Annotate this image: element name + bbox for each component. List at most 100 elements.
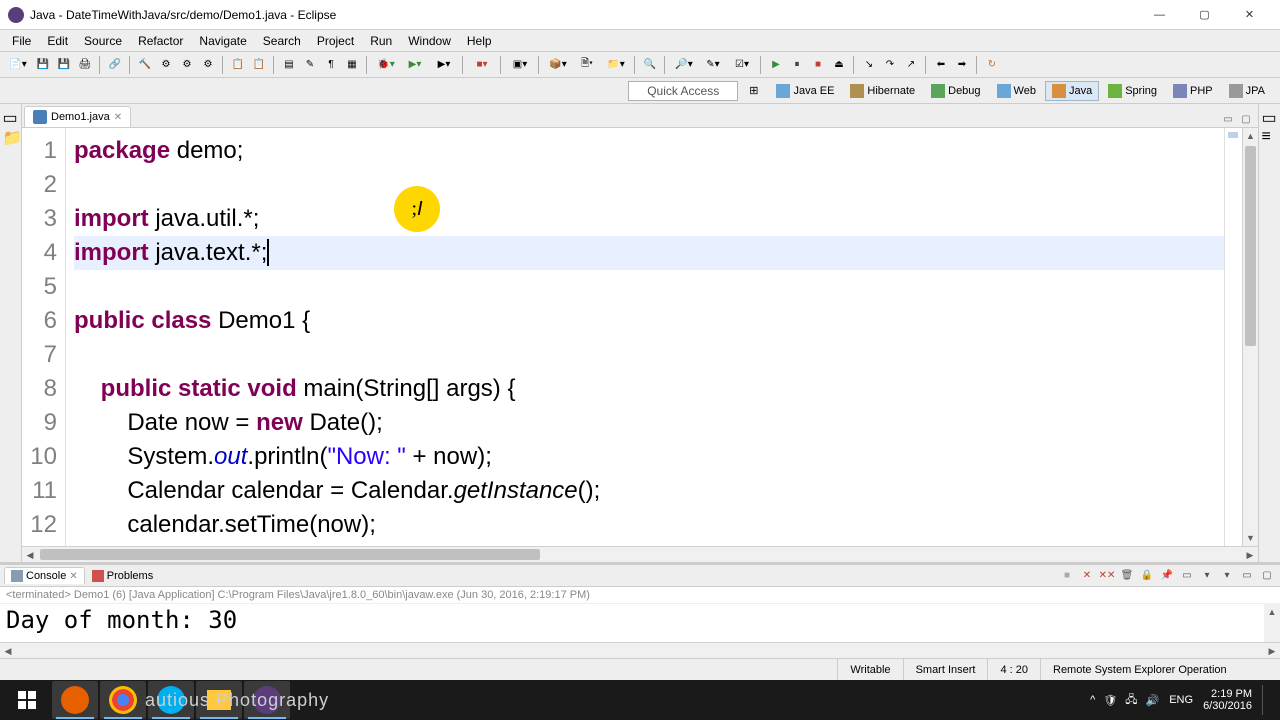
- open-console-icon[interactable]: ▾: [1198, 567, 1216, 585]
- new-button[interactable]: 📄▾: [4, 55, 32, 75]
- link-button[interactable]: 🔗: [105, 55, 125, 75]
- open-type-button[interactable]: 🔍: [640, 55, 660, 75]
- vertical-scrollbar[interactable]: ▲ ▼: [1242, 128, 1258, 546]
- clear-console-icon[interactable]: 🗑: [1118, 567, 1136, 585]
- code-line[interactable]: import java.util.*;: [74, 202, 1224, 236]
- tool-button-2[interactable]: ⚙: [177, 55, 197, 75]
- close-console-tab-icon[interactable]: ✕: [69, 571, 77, 582]
- refresh-icon[interactable]: ↻: [982, 55, 1002, 75]
- tray-chevron-icon[interactable]: ^: [1090, 694, 1095, 706]
- code-line[interactable]: Calendar calendar = Calendar.getInstance…: [74, 474, 1224, 508]
- display-selected-icon[interactable]: ▭: [1178, 567, 1196, 585]
- perspective-web[interactable]: Web: [990, 81, 1043, 101]
- back-button[interactable]: ⬅: [931, 55, 951, 75]
- tab-problems[interactable]: Problems: [85, 567, 160, 584]
- suspend-icon[interactable]: ⏸: [787, 55, 807, 75]
- remove-launch-icon[interactable]: ✕: [1078, 567, 1096, 585]
- outline-icon[interactable]: ≡: [1262, 128, 1278, 144]
- console-scrollbar[interactable]: ▲: [1264, 604, 1280, 642]
- console-output[interactable]: Day of month: 30: [0, 604, 1264, 642]
- print-button[interactable]: 🖨: [75, 55, 95, 75]
- tab-console[interactable]: Console ✕: [4, 567, 85, 584]
- menu-help[interactable]: Help: [459, 32, 500, 50]
- tool-button-5[interactable]: 📋: [249, 55, 269, 75]
- console-scroll-right-icon[interactable]: ▶: [1264, 643, 1280, 659]
- new-folder-button[interactable]: 📁▾: [602, 55, 630, 75]
- tool-button-1[interactable]: ⚙: [156, 55, 176, 75]
- restore-view-icon[interactable]: ▭: [3, 108, 19, 124]
- maximize-button[interactable]: ▢: [1182, 1, 1227, 29]
- open-perspective-button[interactable]: ⊞: [742, 81, 765, 100]
- code-line[interactable]: package demo;: [74, 134, 1224, 168]
- horizontal-scrollbar-thumb[interactable]: [40, 549, 540, 560]
- show-whitespace-icon[interactable]: ¶: [321, 55, 341, 75]
- code-line[interactable]: public class Demo1 {: [74, 304, 1224, 338]
- remove-all-icon[interactable]: ✕✕: [1098, 567, 1116, 585]
- new-class-button[interactable]: 🗎▾: [573, 55, 601, 75]
- start-button[interactable]: [4, 681, 50, 719]
- taskbar-firefox[interactable]: [52, 681, 98, 719]
- annotate-button[interactable]: ✎▾: [699, 55, 727, 75]
- console-horizontal-scrollbar[interactable]: ◀ ▶: [0, 642, 1280, 658]
- step-return-icon[interactable]: ↗: [901, 55, 921, 75]
- code-line[interactable]: System.out.println("Now: " + now);: [74, 440, 1224, 474]
- scroll-right-icon[interactable]: ▶: [1242, 547, 1258, 562]
- run-last-button[interactable]: ▶▾: [430, 55, 458, 75]
- perspective-java-ee[interactable]: Java EE: [769, 81, 841, 101]
- tray-notifications-icon[interactable]: [1262, 685, 1270, 715]
- toggle-mark-icon[interactable]: ✎: [300, 55, 320, 75]
- code-line[interactable]: Date now = new Date();: [74, 406, 1224, 440]
- debug-button[interactable]: 🐞▾: [372, 55, 400, 75]
- scroll-left-icon[interactable]: ◀: [22, 547, 38, 562]
- close-tab-icon[interactable]: ✕: [114, 112, 122, 123]
- scroll-down-icon[interactable]: ▼: [1243, 530, 1258, 546]
- code-line[interactable]: [74, 338, 1224, 372]
- resume-icon[interactable]: ▶: [766, 55, 786, 75]
- console-scroll-left-icon[interactable]: ◀: [0, 643, 16, 659]
- quick-access-input[interactable]: Quick Access: [628, 81, 738, 101]
- pin-console-icon[interactable]: 📌: [1158, 567, 1176, 585]
- tray-network-icon[interactable]: 🖧: [1125, 691, 1137, 710]
- run-button[interactable]: ▶▾: [401, 55, 429, 75]
- perspective-hibernate[interactable]: Hibernate: [843, 81, 922, 101]
- new-package-button[interactable]: 📦▾: [544, 55, 572, 75]
- terminate-icon[interactable]: ■: [808, 55, 828, 75]
- tool-button-3[interactable]: ⚙: [198, 55, 218, 75]
- menu-navigate[interactable]: Navigate: [191, 32, 254, 50]
- perspective-php[interactable]: PHP: [1166, 81, 1220, 101]
- menu-search[interactable]: Search: [255, 32, 309, 50]
- stop-button[interactable]: ■▾: [468, 55, 496, 75]
- perspective-debug[interactable]: Debug: [924, 81, 987, 101]
- save-all-button[interactable]: 💾: [54, 55, 74, 75]
- code-area[interactable]: 123456789101112 ; I package demo;import …: [22, 128, 1258, 546]
- toggle-breadcrumb-icon[interactable]: ▤: [279, 55, 299, 75]
- code-line[interactable]: import java.text.*;: [74, 236, 1224, 270]
- perspective-spring[interactable]: Spring: [1101, 81, 1164, 101]
- menu-project[interactable]: Project: [309, 32, 362, 50]
- scroll-up-icon[interactable]: ▲: [1243, 128, 1258, 144]
- tray-language[interactable]: ENG: [1169, 694, 1193, 706]
- menu-refactor[interactable]: Refactor: [130, 32, 191, 50]
- restore-view-right-icon[interactable]: ▭: [1262, 108, 1278, 124]
- code-line[interactable]: public static void main(String[] args) {: [74, 372, 1224, 406]
- forward-button[interactable]: ➡: [952, 55, 972, 75]
- menu-run[interactable]: Run: [362, 32, 400, 50]
- minimize-button[interactable]: —: [1137, 1, 1182, 29]
- code-line[interactable]: calendar.setTime(now);: [74, 508, 1224, 542]
- minimize-editor-icon[interactable]: ▭: [1220, 111, 1236, 127]
- tray-clock[interactable]: 2:19 PM 6/30/2016: [1203, 688, 1252, 712]
- maximize-editor-icon[interactable]: ▢: [1238, 111, 1254, 127]
- search-button[interactable]: 🔎▾: [670, 55, 698, 75]
- build-button[interactable]: 🔨: [135, 55, 155, 75]
- tool-button-6[interactable]: ▦: [342, 55, 362, 75]
- code-line[interactable]: [74, 270, 1224, 304]
- task-button[interactable]: ☑▾: [728, 55, 756, 75]
- new-console-icon[interactable]: ▾: [1218, 567, 1236, 585]
- disconnect-icon[interactable]: ⏏: [829, 55, 849, 75]
- code-line[interactable]: [74, 168, 1224, 202]
- horizontal-scrollbar[interactable]: ◀ ▶: [22, 546, 1258, 562]
- overview-ruler[interactable]: [1224, 128, 1242, 546]
- step-into-icon[interactable]: ↘: [859, 55, 879, 75]
- step-over-icon[interactable]: ↷: [880, 55, 900, 75]
- menu-edit[interactable]: Edit: [39, 32, 76, 50]
